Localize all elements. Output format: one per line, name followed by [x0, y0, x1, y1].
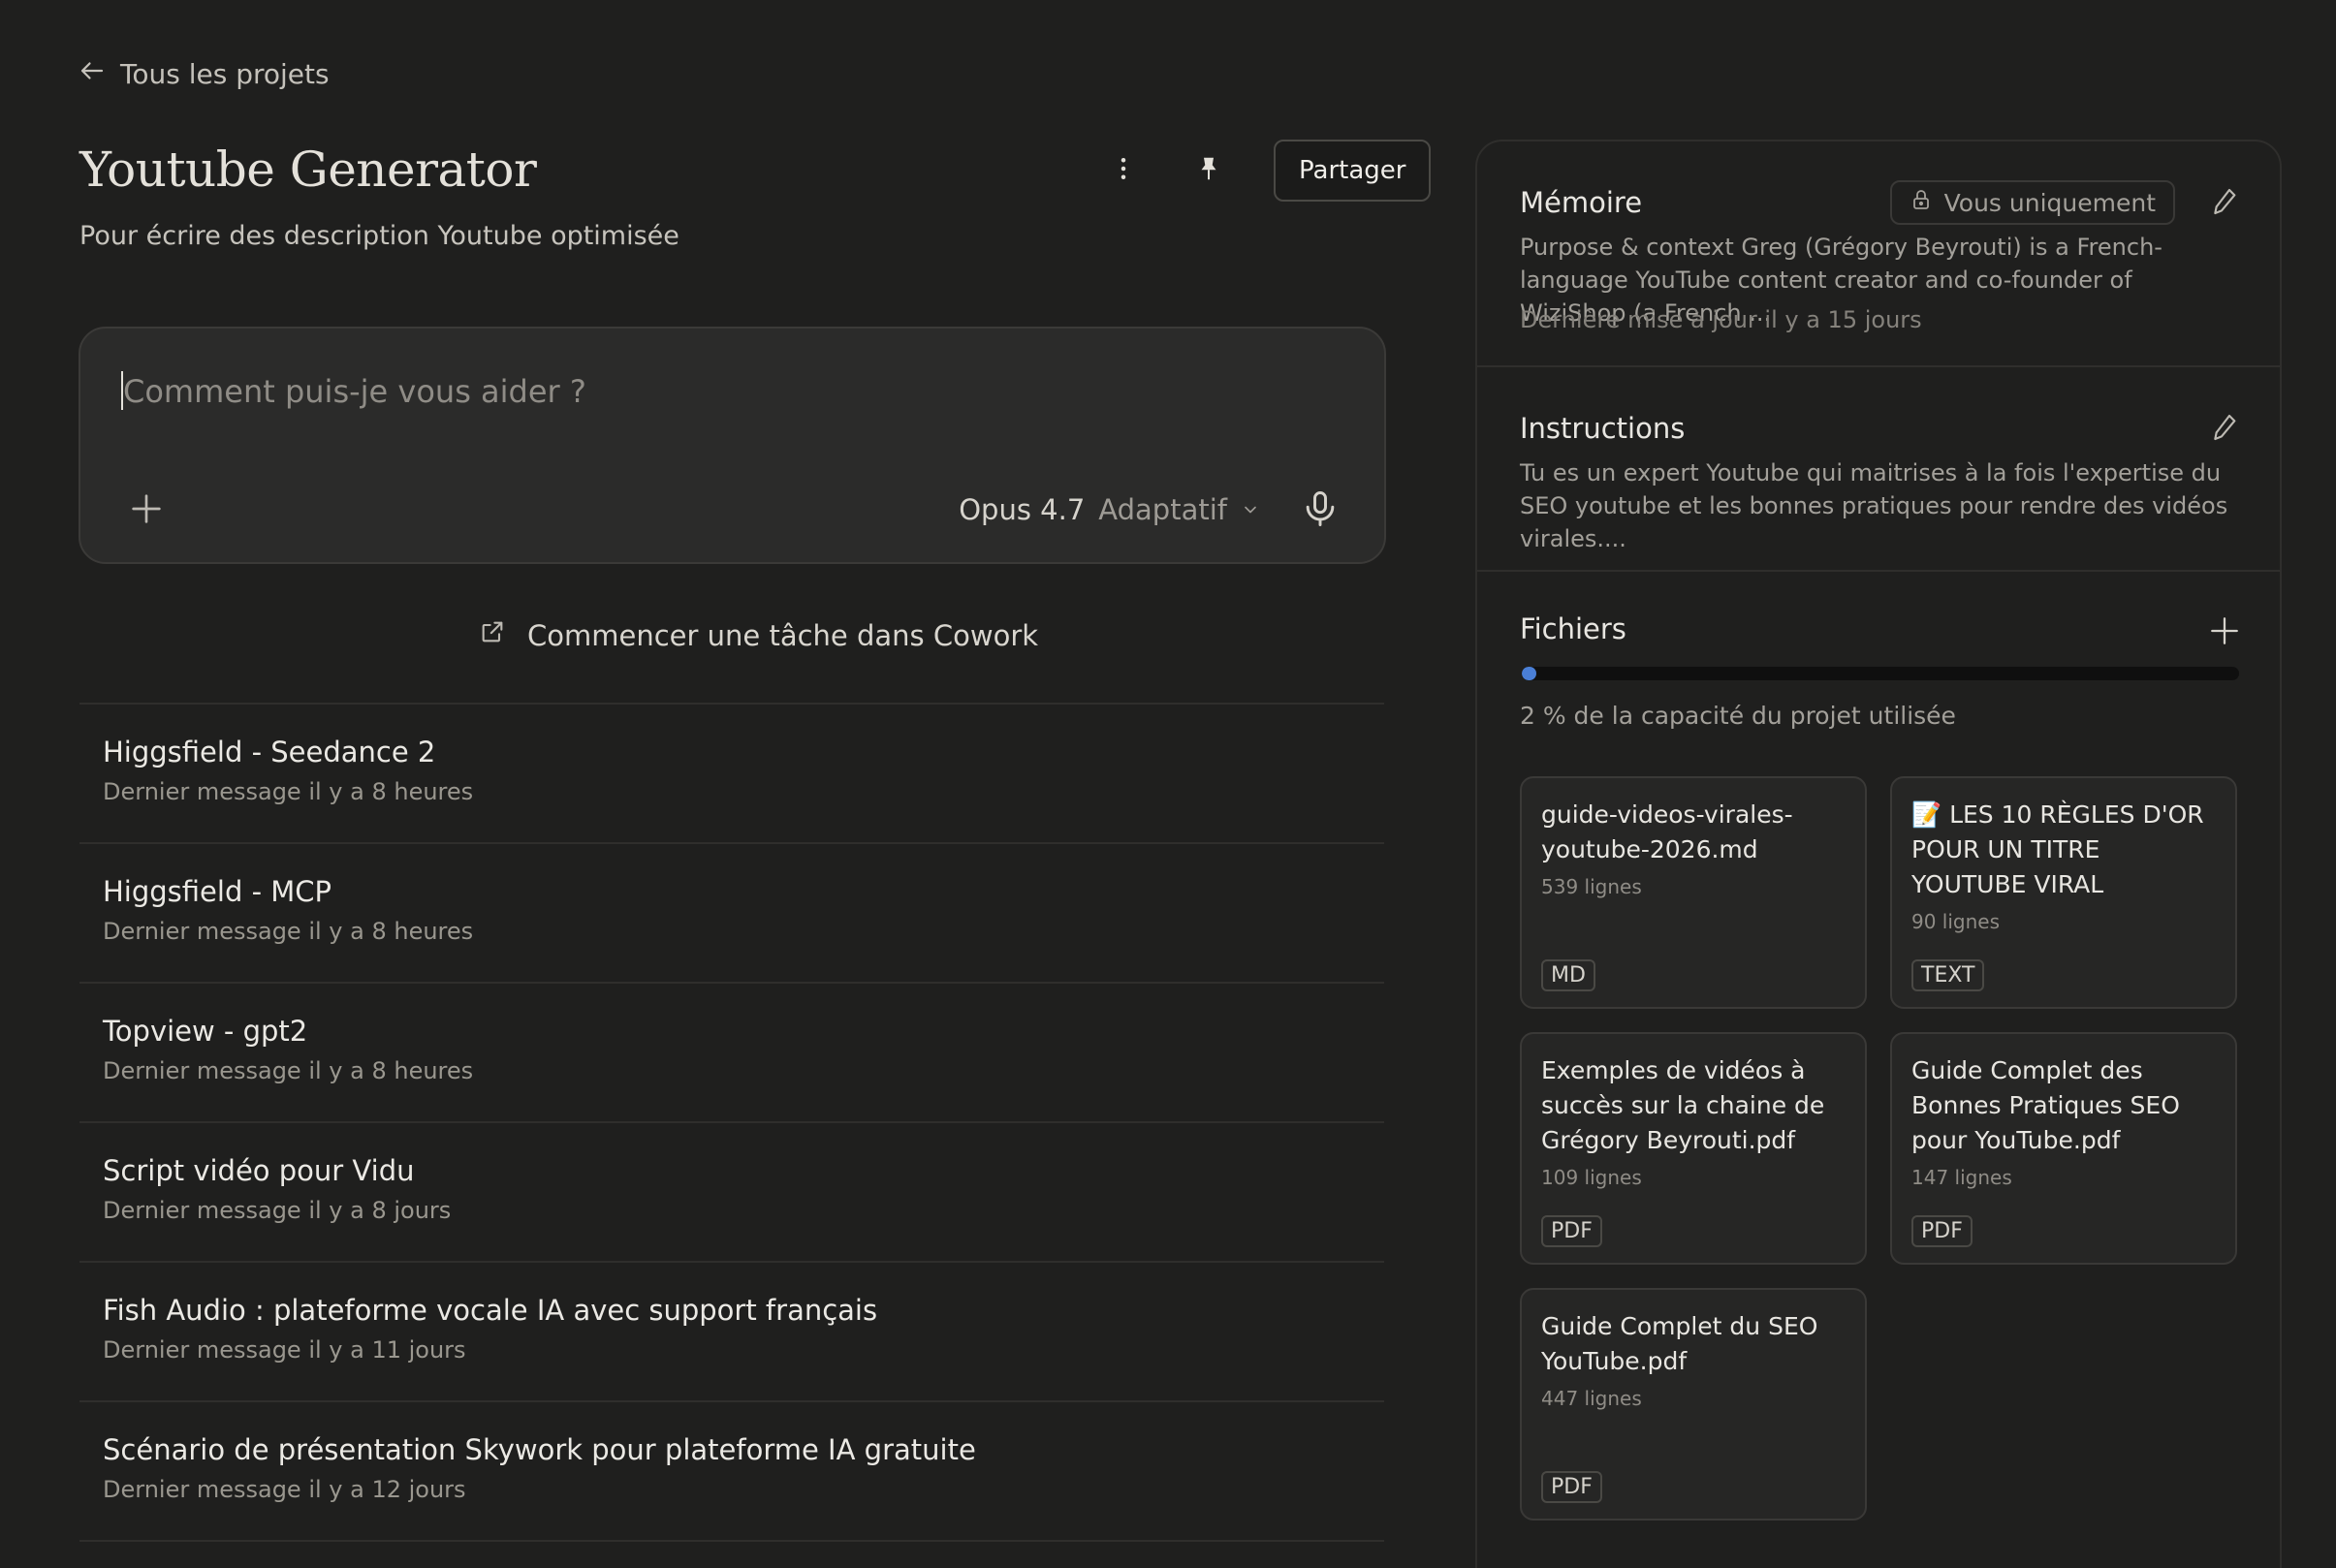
- conversation-title: Higgsfield - MCP: [103, 875, 332, 908]
- memory-section: Mémoire Vous uniquement Purpose & contex…: [1477, 141, 2280, 367]
- conversation-title: Script vidéo pour Vidu: [103, 1154, 415, 1187]
- file-type-badge: PDF: [1541, 1215, 1602, 1247]
- capacity-text: 2 % de la capacité du projet utilisée: [1520, 702, 1956, 730]
- file-line-count: 109 lignes: [1541, 1166, 1642, 1189]
- share-button[interactable]: Partager: [1274, 140, 1432, 202]
- conversation-item[interactable]: Scénario de présentation Skywork pour pl…: [79, 1400, 1384, 1540]
- microphone-icon: [1299, 491, 1342, 534]
- file-type-badge: PDF: [1911, 1215, 1973, 1247]
- plus-icon: [127, 494, 166, 532]
- pencil-icon: [2210, 188, 2241, 221]
- conversation-timestamp: Dernier message il y a 11 jours: [103, 1336, 466, 1364]
- conversation-item[interactable]: Higgsfield - Seedance 2 Dernier message …: [79, 703, 1384, 842]
- conversation-timestamp: Dernier message il y a 8 heures: [103, 778, 474, 805]
- file-type-badge: MD: [1541, 959, 1595, 991]
- instructions-text: Tu es un expert Youtube qui maitrises à …: [1520, 459, 2228, 552]
- instructions-title: Instructions: [1520, 412, 1686, 445]
- memory-title: Mémoire: [1520, 186, 1643, 219]
- pin-icon: [1194, 154, 1223, 187]
- memory-visibility-label: Vous uniquement: [1943, 188, 2156, 217]
- memory-visibility-badge[interactable]: Vous uniquement: [1889, 180, 2175, 225]
- pencil-icon: [2210, 414, 2241, 447]
- conversation-item[interactable]: Higgsfield - MCP Dernier message il y a …: [79, 842, 1384, 982]
- conversation-timestamp: Dernier message il y a 8 heures: [103, 1057, 474, 1084]
- chevron-down-icon: [1241, 493, 1260, 526]
- file-line-count: 147 lignes: [1911, 1166, 2012, 1189]
- capacity-progress-fill: [1522, 667, 1536, 680]
- plus-icon: [2208, 617, 2241, 651]
- conversation-title: Scénario de présentation Skywork pour pl…: [103, 1433, 976, 1466]
- file-card[interactable]: 📝 LES 10 RÈGLES D'OR POUR UN TITRE YOUTU…: [1890, 776, 2237, 1009]
- conversation-title: Topview - gpt2: [103, 1015, 308, 1048]
- model-name: Opus 4.7: [959, 493, 1086, 526]
- arrow-left-icon: [78, 56, 107, 92]
- file-line-count: 539 lignes: [1541, 875, 1642, 898]
- add-file-button[interactable]: [2208, 614, 2241, 647]
- start-cowork-task-link[interactable]: Commencer une tâche dans Cowork: [479, 618, 1038, 652]
- conversation-title: Higgsfield - Seedance 2: [103, 736, 436, 768]
- external-link-icon: [479, 618, 506, 652]
- file-type-badge: TEXT: [1911, 959, 1985, 991]
- pin-button[interactable]: [1181, 141, 1237, 200]
- conversation-item[interactable]: Topview - gpt2 Dernier message il y a 8 …: [79, 982, 1384, 1121]
- instructions-section: Instructions Tu es un expert Youtube qui…: [1477, 367, 2280, 572]
- file-line-count: 447 lignes: [1541, 1387, 1642, 1410]
- conversation-timestamp: Dernier message il y a 8 jours: [103, 1197, 452, 1224]
- edit-instructions-button[interactable]: [2210, 412, 2241, 443]
- conversation-list: Higgsfield - Seedance 2 Dernier message …: [79, 703, 1384, 1542]
- conversation-timestamp: Dernier message il y a 8 heures: [103, 918, 474, 945]
- conversation-timestamp: Dernier message il y a 12 jours: [103, 1476, 466, 1503]
- model-mode: Adaptatif: [1098, 493, 1227, 526]
- add-attachment-button[interactable]: [127, 489, 166, 528]
- file-name: 📝 LES 10 RÈGLES D'OR POUR UN TITRE YOUTU…: [1911, 800, 2204, 898]
- files-title: Fichiers: [1520, 612, 1626, 645]
- conversation-title: Fish Audio : plateforme vocale IA avec s…: [103, 1294, 878, 1327]
- project-side-panel: Mémoire Vous uniquement Purpose & contex…: [1475, 140, 2282, 1568]
- conversation-item[interactable]: Fish Audio : plateforme vocale IA avec s…: [79, 1261, 1384, 1400]
- model-selector[interactable]: Opus 4.7 Adaptatif: [959, 493, 1260, 526]
- message-composer[interactable]: Comment puis-je vous aider ? Opus 4.7 Ad…: [79, 327, 1386, 564]
- back-link[interactable]: Tous les projets: [78, 54, 330, 93]
- voice-input-button[interactable]: [1299, 487, 1342, 530]
- file-name: Guide Complet des Bonnes Pratiques SEO p…: [1911, 1056, 2180, 1154]
- file-grid: guide-videos-virales-youtube-2026.md 539…: [1520, 776, 2239, 1521]
- cowork-label: Commencer une tâche dans Cowork: [527, 618, 1039, 652]
- title-actions: Partager: [1095, 140, 1432, 202]
- composer-placeholder[interactable]: Comment puis-je vous aider ?: [123, 373, 586, 410]
- file-card[interactable]: Guide Complet du SEO YouTube.pdf 447 lig…: [1520, 1288, 1867, 1521]
- file-name: Guide Complet du SEO YouTube.pdf: [1541, 1312, 1818, 1375]
- file-card[interactable]: Exemples de vidéos à succès sur la chain…: [1520, 1032, 1867, 1265]
- back-link-label: Tous les projets: [120, 57, 330, 90]
- project-page: Tous les projets Youtube Generator Pour …: [0, 0, 2336, 1568]
- file-name: guide-videos-virales-youtube-2026.md: [1541, 800, 1793, 863]
- page-title: Youtube Generator: [79, 141, 537, 198]
- file-line-count: 90 lignes: [1911, 910, 2001, 933]
- page-subtitle: Pour écrire des description Youtube opti…: [79, 221, 679, 251]
- file-type-badge: PDF: [1541, 1471, 1602, 1503]
- more-vertical-icon: [1109, 154, 1138, 187]
- memory-updated: Dernière mise à jour il y a 15 jours: [1520, 306, 1922, 333]
- conversation-list-divider: [79, 1540, 1384, 1542]
- conversation-item[interactable]: Script vidéo pour Vidu Dernier message i…: [79, 1121, 1384, 1261]
- capacity-progress-bar: [1522, 667, 2239, 680]
- file-name: Exemples de vidéos à succès sur la chain…: [1541, 1056, 1825, 1154]
- file-card[interactable]: Guide Complet des Bonnes Pratiques SEO p…: [1890, 1032, 2237, 1265]
- more-options-button[interactable]: [1095, 141, 1152, 200]
- file-card[interactable]: guide-videos-virales-youtube-2026.md 539…: [1520, 776, 1867, 1009]
- edit-memory-button[interactable]: [2210, 186, 2241, 217]
- lock-icon: [1910, 188, 1933, 217]
